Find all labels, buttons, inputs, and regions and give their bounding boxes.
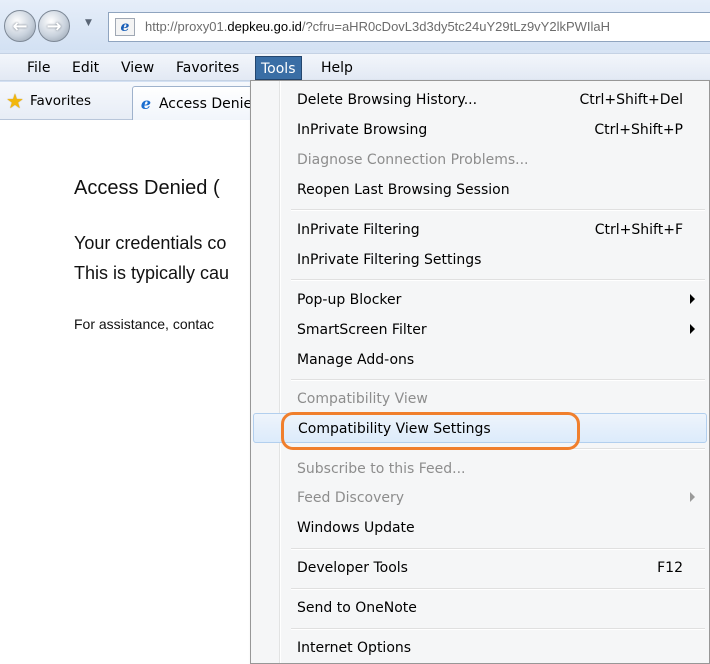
menuitem-label: Send to OneNote	[297, 600, 417, 616]
menu-view[interactable]: View	[116, 56, 159, 80]
menuitem-manage-addons[interactable]: Manage Add-ons	[253, 345, 707, 375]
address-text[interactable]: http://proxy01.depkeu.go.id/?cfru=aHR0cD…	[145, 19, 610, 34]
menuitem-compatibility-view-settings[interactable]: Compatibility View Settings	[253, 413, 707, 443]
tab-label: Access Denied	[158, 95, 261, 112]
tab-access-denied[interactable]: e Access Denied	[132, 86, 262, 120]
page-help-text: For assistance, contac	[74, 316, 215, 332]
back-button[interactable]: ←	[4, 10, 36, 42]
menuitem-label: InPrivate Filtering Settings	[297, 252, 482, 268]
page-message-line-2: This is typically cau	[74, 263, 230, 283]
menuitem-inprivate-filtering-settings[interactable]: InPrivate Filtering Settings	[253, 245, 707, 275]
page-title: Access Denied (	[74, 177, 220, 199]
ie-logo-icon: e	[140, 93, 152, 113]
menuitem-label: Manage Add-ons	[297, 352, 415, 368]
menuitem-windows-update[interactable]: Windows Update	[253, 513, 707, 543]
submenu-arrow-icon	[690, 324, 695, 334]
menuitem-internet-options[interactable]: Internet Options	[253, 633, 707, 663]
menuitem-label: Feed Discovery	[297, 490, 405, 506]
menu-separator	[291, 279, 705, 281]
address-bar-row: ← → ▼ e http://proxy01.depkeu.go.id/?cfr…	[0, 0, 710, 50]
menuitem-diagnose-connection: Diagnose Connection Problems...	[253, 145, 707, 175]
menu-separator	[291, 209, 705, 211]
url-prefix: http://proxy01.	[145, 19, 228, 34]
submenu-arrow-icon	[690, 294, 695, 304]
menuitem-shortcut: F12	[657, 560, 683, 576]
arrow-left-icon: ←	[12, 15, 28, 37]
menuitem-label: Internet Options	[297, 640, 412, 656]
menuitem-send-to-onenote[interactable]: Send to OneNote	[253, 593, 707, 623]
ie-page-icon: e	[115, 18, 135, 36]
menuitem-label: SmartScreen Filter	[297, 322, 427, 338]
menuitem-label: Diagnose Connection Problems...	[297, 152, 529, 168]
menu-separator	[291, 588, 705, 590]
menuitem-shortcut: Ctrl+Shift+P	[594, 122, 683, 138]
menuitem-inprivate-browsing[interactable]: InPrivate Browsing Ctrl+Shift+P	[253, 115, 707, 145]
submenu-arrow-icon	[690, 492, 695, 502]
url-path: /?cfru=aHR0cDovL3d3dy5tc24uY29tLz9vY2lkP…	[301, 19, 611, 34]
favorites-button[interactable]: ★ Favorites	[6, 87, 91, 115]
page-message-line-1: Your credentials co	[74, 233, 227, 253]
menu-tools[interactable]: Tools	[255, 56, 302, 80]
menu-separator	[291, 628, 705, 630]
menuitem-delete-browsing-history[interactable]: Delete Browsing History... Ctrl+Shift+De…	[253, 85, 707, 115]
menuitem-label: Reopen Last Browsing Session	[297, 182, 510, 198]
menu-separator	[291, 548, 705, 550]
menuitem-label: Delete Browsing History...	[297, 92, 478, 108]
menuitem-popup-blocker[interactable]: Pop-up Blocker	[253, 285, 707, 315]
menuitem-shortcut: Ctrl+Shift+F	[594, 222, 683, 238]
menu-separator	[291, 448, 705, 450]
menuitem-inprivate-filtering[interactable]: InPrivate Filtering Ctrl+Shift+F	[253, 215, 707, 245]
menu-separator	[291, 379, 705, 381]
star-icon: ★	[6, 89, 24, 113]
menuitem-subscribe-feed: Subscribe to this Feed...	[253, 454, 707, 484]
menuitem-reopen-last-session[interactable]: Reopen Last Browsing Session	[253, 175, 707, 205]
menuitem-developer-tools[interactable]: Developer Tools F12	[253, 553, 707, 583]
menuitem-compatibility-view: Compatibility View	[253, 384, 707, 414]
favorites-label: Favorites	[30, 93, 91, 109]
forward-button[interactable]: →	[38, 10, 70, 42]
menuitem-smartscreen-filter[interactable]: SmartScreen Filter	[253, 315, 707, 345]
menuitem-label: Subscribe to this Feed...	[297, 461, 466, 477]
menuitem-label: InPrivate Filtering	[297, 222, 420, 238]
menu-help[interactable]: Help	[316, 56, 358, 80]
menuitem-label: Windows Update	[297, 520, 415, 536]
url-domain: depkeu.go.id	[227, 19, 302, 34]
menu-bar: File Edit View Favorites Tools Help	[0, 53, 710, 81]
arrow-right-icon: →	[46, 15, 62, 37]
menu-favorites[interactable]: Favorites	[171, 56, 244, 80]
menuitem-label: Compatibility View Settings	[298, 421, 491, 437]
menuitem-label: Compatibility View	[297, 391, 428, 407]
menuitem-label: Pop-up Blocker	[297, 292, 402, 308]
history-dropdown-icon[interactable]: ▼	[85, 18, 92, 28]
address-field[interactable]: e http://proxy01.depkeu.go.id/?cfru=aHR0…	[108, 12, 710, 42]
menu-file[interactable]: File	[22, 56, 55, 80]
menu-edit[interactable]: Edit	[67, 56, 104, 80]
menuitem-shortcut: Ctrl+Shift+Del	[579, 92, 683, 108]
menuitem-label: InPrivate Browsing	[297, 122, 428, 138]
menuitem-feed-discovery: Feed Discovery	[253, 483, 707, 513]
menuitem-label: Developer Tools	[297, 560, 408, 576]
tools-dropdown-menu: Delete Browsing History... Ctrl+Shift+De…	[250, 80, 710, 664]
